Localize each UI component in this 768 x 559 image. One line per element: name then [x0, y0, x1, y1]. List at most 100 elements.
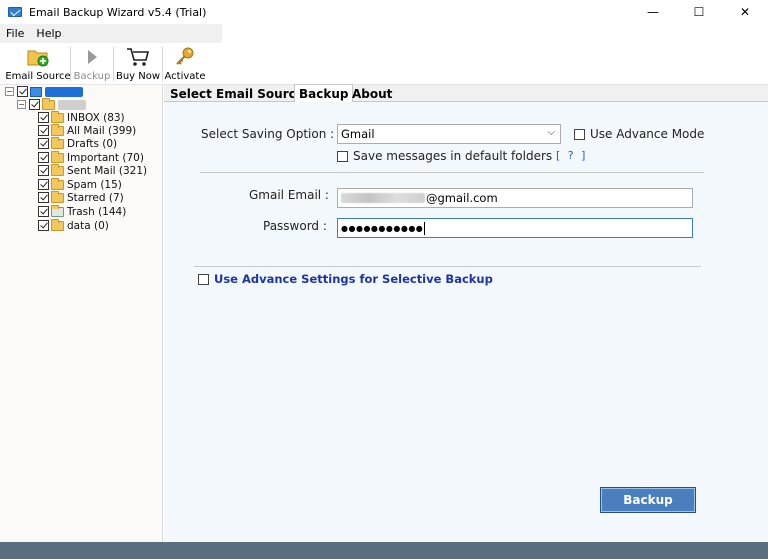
folder-label: Trash (144)	[67, 205, 127, 218]
redacted-account-label	[58, 99, 86, 110]
folder-label: Sent Mail (321)	[67, 164, 148, 177]
tab-backup[interactable]: Backup	[294, 84, 354, 103]
close-icon[interactable]: ✕	[722, 0, 768, 24]
email-source-label: Email Source	[5, 71, 71, 82]
folder-checkbox[interactable]	[38, 179, 49, 190]
folder-icon	[51, 110, 64, 123]
advance-settings-option[interactable]: Use Advance Settings for Selective Backu…	[198, 272, 493, 286]
cart-icon	[126, 45, 150, 69]
folder-checkbox[interactable]	[38, 220, 49, 231]
root-checkbox[interactable]	[17, 86, 28, 97]
folder-icon	[51, 163, 64, 176]
recycle-icon	[51, 204, 64, 217]
computer-icon	[30, 86, 42, 97]
advance-settings-checkbox[interactable]	[198, 273, 209, 285]
activate-button[interactable]: Activate	[164, 43, 206, 85]
minimize-icon[interactable]: —	[630, 0, 676, 24]
help-link[interactable]: [ ? ]	[556, 149, 587, 162]
folder-icon	[51, 123, 64, 136]
redacted-account-name	[45, 86, 83, 97]
folder-checkbox[interactable]	[38, 192, 49, 203]
backup-button[interactable]: Backup	[600, 487, 696, 513]
activate-label: Activate	[164, 71, 206, 82]
tree-item-starred[interactable]: Starred (7)	[38, 190, 124, 204]
password-input[interactable]: ●●●●●●●●●●●	[337, 218, 693, 238]
tree-item-trash[interactable]: Trash (144)	[38, 204, 127, 218]
advance-mode-checkbox[interactable]	[574, 128, 585, 140]
tree-item-inbox[interactable]: INBOX (83)	[38, 110, 125, 124]
tree-root[interactable]: −	[5, 85, 83, 98]
tree-item-spam[interactable]: Spam (15)	[38, 177, 122, 191]
tree-item-drafts[interactable]: Drafts (0)	[38, 136, 118, 150]
folder-checkbox[interactable]	[38, 152, 49, 163]
folder-icon	[51, 190, 64, 203]
tree-account[interactable]: −	[17, 97, 86, 111]
play-icon	[85, 45, 99, 69]
toolbar-separator	[113, 47, 114, 81]
folder-checkbox[interactable]	[38, 165, 49, 176]
advance-mode-option[interactable]: Use Advance Mode	[574, 127, 704, 141]
buy-now-button[interactable]: Buy Now	[116, 43, 160, 85]
folder-label: Spam (15)	[67, 178, 122, 191]
collapse-icon[interactable]: −	[17, 100, 26, 109]
tree-item-all-mail[interactable]: All Mail (399)	[38, 123, 137, 137]
tab-select-email-source[interactable]: Select Email Source	[166, 85, 308, 102]
backup-toolbar-button[interactable]: Backup	[73, 43, 111, 85]
tree-item-sent-mail[interactable]: Sent Mail (321)	[38, 163, 148, 177]
folder-label: Important (70)	[67, 151, 144, 164]
saving-option-value: Gmail	[341, 127, 375, 141]
folder-icon	[51, 150, 64, 163]
folder-checkbox[interactable]	[38, 125, 49, 136]
account-checkbox[interactable]	[29, 99, 40, 110]
buy-now-label: Buy Now	[115, 71, 161, 82]
collapse-icon[interactable]: −	[5, 87, 14, 96]
tab-strip: Select Email Source Backup About	[164, 84, 768, 103]
folder-checkbox[interactable]	[38, 112, 49, 123]
maximize-icon[interactable]: ☐	[676, 0, 722, 24]
window-title: Email Backup Wizard v5.4 (Trial)	[29, 5, 207, 19]
toolbar: Email Source Backup Buy Now Activate	[0, 43, 768, 85]
default-folders-checkbox[interactable]	[337, 150, 348, 162]
password-label: Password :	[263, 219, 327, 233]
gmail-email-input[interactable]: @gmail.com	[337, 188, 693, 208]
divider	[194, 266, 701, 267]
gmail-email-label: Gmail Email :	[249, 188, 329, 202]
saving-option-select[interactable]: Gmail ⌵	[337, 124, 561, 144]
app-icon	[8, 7, 22, 17]
window-controls: — ☐ ✕	[630, 0, 768, 24]
folder-label: All Mail (399)	[67, 124, 137, 137]
advance-mode-label: Use Advance Mode	[590, 127, 705, 141]
folder-label: data (0)	[67, 219, 109, 232]
default-folders-option[interactable]: Save messages in default folders	[337, 149, 552, 163]
menu-help[interactable]: Help	[30, 27, 67, 40]
toolbar-separator	[162, 47, 163, 81]
folder-icon	[51, 218, 64, 231]
folder-checkbox[interactable]	[38, 206, 49, 217]
chevron-down-icon: ⌵	[547, 127, 555, 138]
email-source-button[interactable]: Email Source	[5, 43, 71, 85]
folder-label: INBOX (83)	[67, 111, 125, 124]
key-icon	[174, 45, 196, 69]
folder-label: Starred (7)	[67, 191, 124, 204]
tree-item-important[interactable]: Important (70)	[38, 150, 144, 164]
default-folders-label: Save messages in default folders	[353, 149, 553, 163]
folder-label: Drafts (0)	[67, 137, 118, 150]
folder-checkbox[interactable]	[38, 138, 49, 149]
redacted-email-user	[341, 193, 425, 203]
status-bar	[0, 542, 768, 559]
folder-icon	[51, 136, 64, 149]
backup-toolbar-label: Backup	[73, 71, 111, 82]
menu-file[interactable]: File	[0, 27, 30, 40]
text-cursor	[424, 221, 426, 235]
account-folder-icon	[42, 97, 55, 110]
toolbar-separator	[70, 47, 71, 81]
folder-tree-panel: − − INBOX (83) All Mail (399) Drafts (0)…	[0, 85, 163, 542]
tree-item-data[interactable]: data (0)	[38, 218, 109, 232]
menu-bar: File Help	[0, 24, 768, 43]
title-bar: Email Backup Wizard v5.4 (Trial) — ☐ ✕	[0, 0, 768, 24]
password-value: ●●●●●●●●●●●	[341, 223, 424, 233]
advance-settings-label: Use Advance Settings for Selective Backu…	[214, 272, 493, 286]
folder-add-icon	[26, 45, 50, 69]
folder-icon	[51, 177, 64, 190]
tab-about[interactable]: About	[348, 85, 396, 102]
